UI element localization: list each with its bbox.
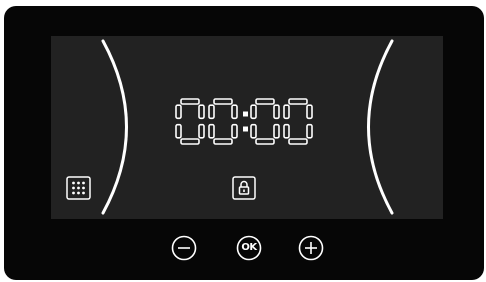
clock-digit xyxy=(208,98,238,145)
right-bracket xyxy=(367,39,394,215)
minus-icon xyxy=(171,235,197,261)
clock-digit xyxy=(283,98,313,145)
plus-button[interactable] xyxy=(298,235,324,261)
clock-digit xyxy=(175,98,205,145)
seven-segment-clock xyxy=(175,98,313,145)
lock-icon[interactable] xyxy=(232,176,256,200)
grid-icon[interactable] xyxy=(66,176,91,200)
left-bracket xyxy=(101,39,128,215)
ok-label: OK xyxy=(241,242,257,253)
clock-colon-dot xyxy=(243,111,248,117)
plus-icon xyxy=(298,235,324,261)
clock-digit xyxy=(250,98,280,145)
clock-display: 00:00 xyxy=(175,98,321,146)
ok-button[interactable]: OK xyxy=(236,235,262,261)
minus-button[interactable] xyxy=(171,235,197,261)
clock-colon-dot xyxy=(243,126,248,132)
